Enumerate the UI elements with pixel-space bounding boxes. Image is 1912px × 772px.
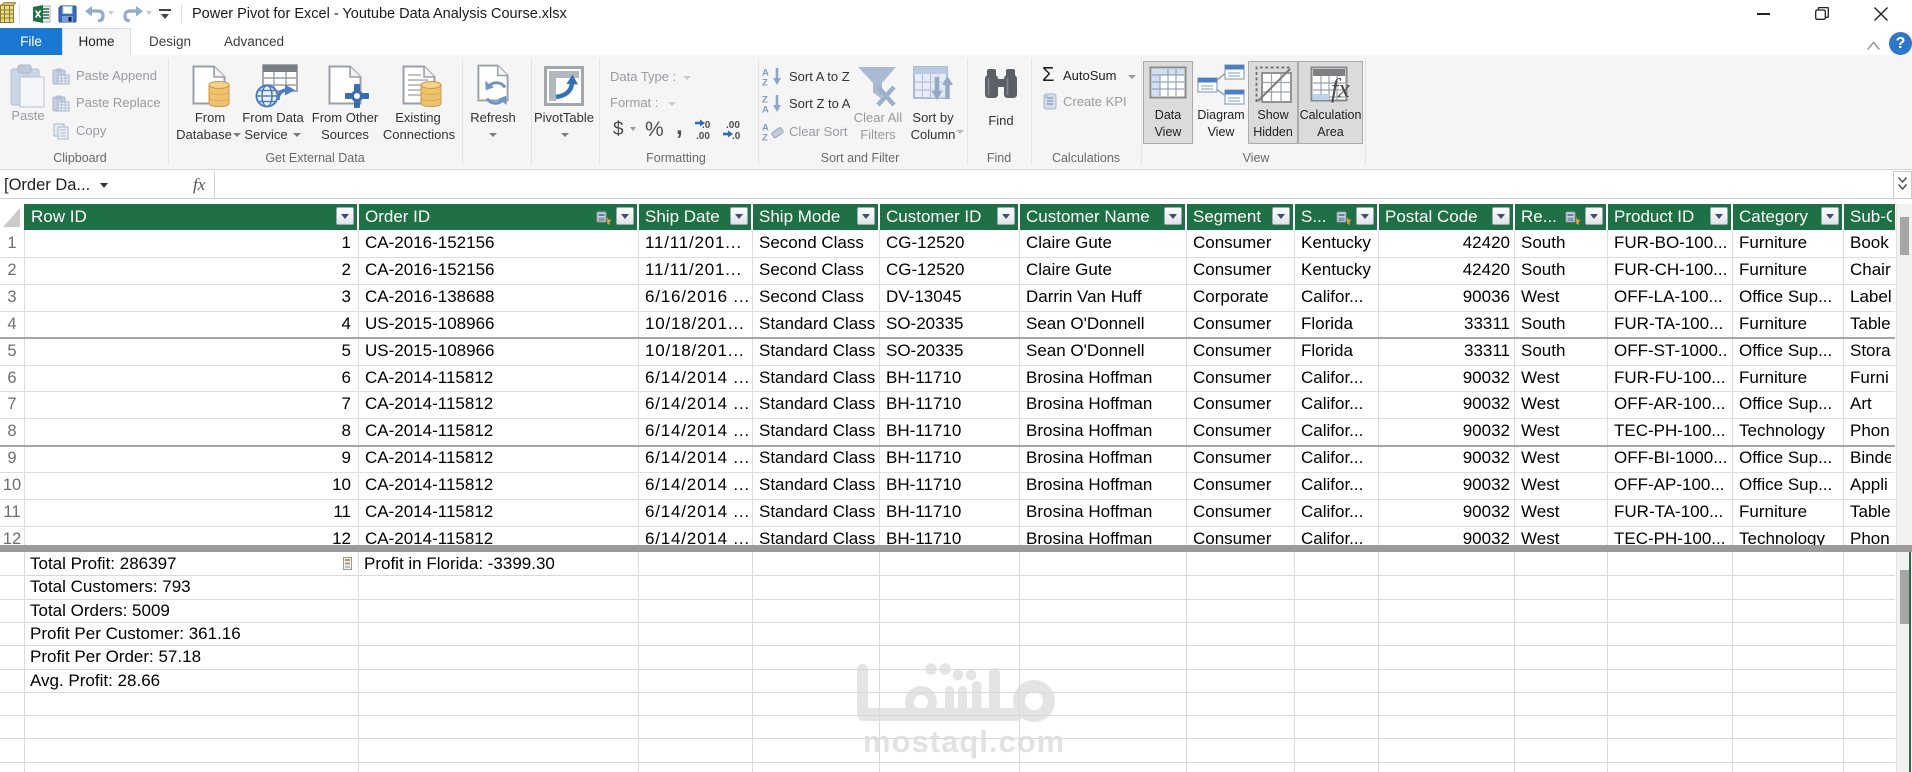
svg-text:fx: fx [1331,74,1350,103]
svg-text:Z: Z [762,133,768,142]
svg-text:.00: .00 [696,131,710,141]
svg-text:mostaql.com: mostaql.com [863,724,1065,759]
svg-text:Z: Z [762,78,768,87]
svg-text:A: A [762,105,769,114]
svg-text:.0: .0 [702,120,711,131]
svg-text:.0: .0 [732,131,741,141]
svg-text:.00: .00 [726,120,740,131]
